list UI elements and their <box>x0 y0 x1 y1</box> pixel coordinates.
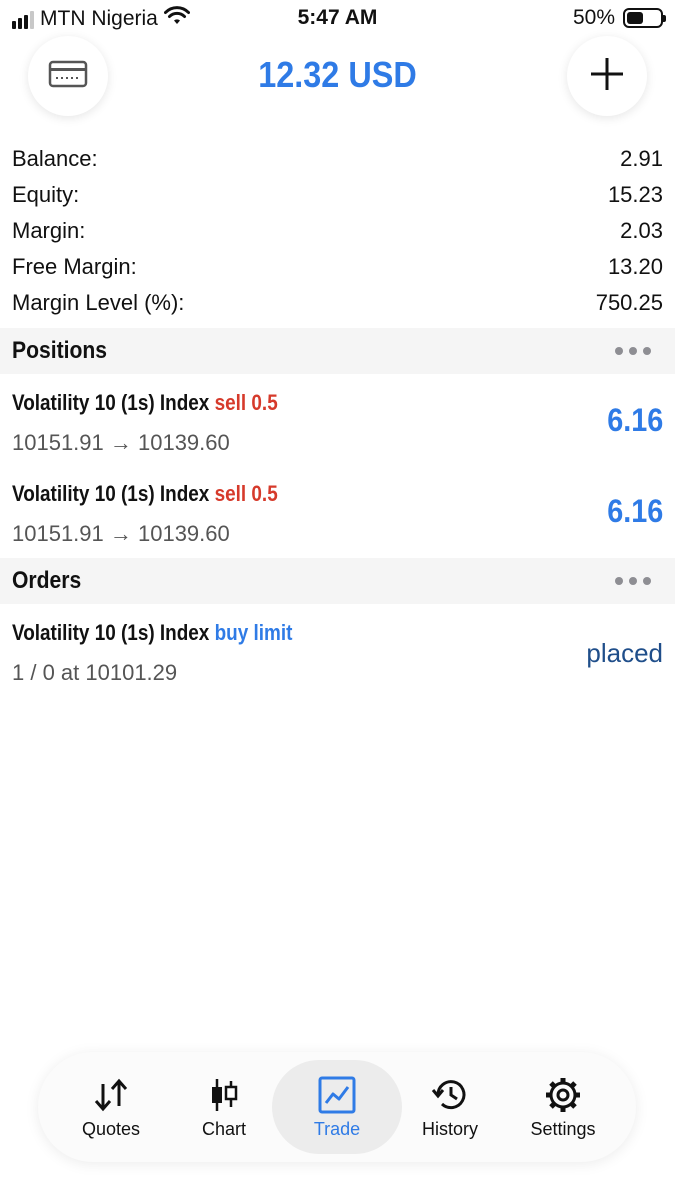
status-bar: MTN Nigeria 5:47 AM 50% <box>0 0 675 38</box>
position-row[interactable]: Volatility 10 (1s) Index sell 0.5 10151.… <box>0 376 675 466</box>
position-prices: 10151.91 → 10139.60 <box>12 430 230 455</box>
positions-title: Positions <box>12 337 108 364</box>
position-symbol: Volatility 10 (1s) Index <box>12 481 210 506</box>
new-order-button[interactable] <box>567 36 647 116</box>
position-side: sell 0.5 <box>214 481 278 506</box>
orders-header: Orders <box>0 558 675 604</box>
orders-more-icon[interactable] <box>615 577 651 585</box>
tab-label: Chart <box>201 1118 246 1139</box>
header: 12.32 USD <box>0 36 675 116</box>
history-icon <box>430 1075 470 1115</box>
order-details: 1 / 0 at 10101.29 <box>12 660 178 685</box>
trade-chart-icon <box>318 1075 356 1115</box>
order-row[interactable]: Volatility 10 (1s) Index buy limit 1 / 0… <box>0 606 675 696</box>
summary-row: Equity: 15.23 <box>0 177 675 213</box>
summary-value: 2.03 <box>620 218 663 243</box>
summary-value: 13.20 <box>607 254 663 279</box>
summary-row: Balance: 2.91 <box>0 141 675 177</box>
battery-percent: 50% <box>572 6 615 29</box>
tab-label: Settings <box>530 1118 596 1139</box>
position-profit: 6.16 <box>606 402 663 438</box>
summary-row: Margin Level (%): 750.25 <box>0 285 675 321</box>
summary-value: 2.91 <box>620 146 663 171</box>
tab-chart[interactable]: Chart <box>159 1060 289 1154</box>
position-symbol: Volatility 10 (1s) Index <box>12 390 210 415</box>
position-row[interactable]: Volatility 10 (1s) Index sell 0.5 10151.… <box>0 467 675 557</box>
summary-label: Free Margin: <box>12 254 137 279</box>
battery-icon <box>623 8 666 28</box>
summary-row: Margin: 2.03 <box>0 213 675 249</box>
position-side: sell 0.5 <box>214 390 278 415</box>
tab-history[interactable]: History <box>385 1060 515 1154</box>
order-status: placed <box>586 638 663 668</box>
positions-more-icon[interactable] <box>615 347 651 355</box>
order-side: buy limit <box>214 620 293 645</box>
tab-bar: Quotes Chart Trade History Settings <box>38 1052 636 1162</box>
position-prices: 10151.91 → 10139.60 <box>12 521 230 546</box>
orders-title: Orders <box>12 567 82 594</box>
tab-quotes[interactable]: Quotes <box>46 1060 176 1154</box>
order-symbol: Volatility 10 (1s) Index <box>12 620 210 645</box>
status-right: 50% <box>572 6 666 30</box>
positions-header: Positions <box>0 328 675 374</box>
summary-row: Free Margin: 13.20 <box>0 249 675 285</box>
tab-trade[interactable]: Trade <box>272 1060 402 1154</box>
position-profit: 6.16 <box>606 493 663 529</box>
summary-label: Balance: <box>12 146 98 171</box>
summary-value: 15.23 <box>607 182 663 207</box>
summary-label: Margin Level (%): <box>12 290 185 315</box>
tab-label: History <box>421 1118 478 1139</box>
summary-label: Margin: <box>12 218 86 243</box>
summary-label: Equity: <box>12 182 80 207</box>
arrows-updown-icon <box>91 1075 131 1115</box>
summary-value: 750.25 <box>595 290 663 315</box>
account-summary: Balance: 2.91 Equity: 15.23 Margin: 2.03… <box>0 141 675 321</box>
equity-title: 12.32 USD <box>258 54 417 95</box>
plus-icon <box>589 56 625 97</box>
candlestick-icon <box>207 1075 241 1115</box>
tab-label: Trade <box>313 1118 361 1139</box>
tab-settings[interactable]: Settings <box>498 1060 628 1154</box>
gear-icon <box>544 1075 582 1115</box>
tab-label: Quotes <box>81 1118 141 1139</box>
